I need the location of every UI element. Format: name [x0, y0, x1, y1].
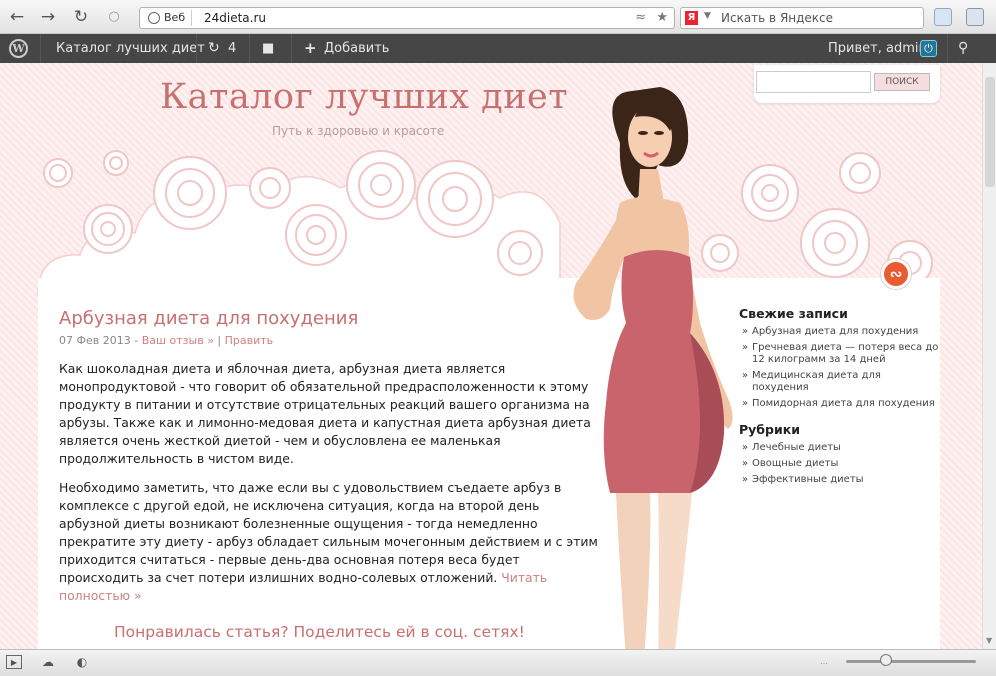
scroll-down-arrow-icon[interactable]: ▼: [986, 636, 992, 645]
address-bar[interactable]: Веб 24dieta.ru ≈ ★: [139, 7, 675, 29]
browser-toolbar: ← → ↻ ○— Веб 24dieta.ru ≈ ★ Я ▼ Искать в…: [0, 0, 996, 44]
post-meta: 07 Фев 2013 - Ваш отзыв » | Править: [59, 334, 273, 347]
page-viewport: Каталог лучших диет Путь к здоровью и кр…: [0, 63, 982, 649]
meta-separator: -: [130, 334, 142, 347]
meta-separator: |: [213, 334, 225, 347]
site-identity-button[interactable]: Веб: [144, 10, 193, 26]
categories-list: Лечебные диеты Овощные диеты Эффективные…: [739, 442, 939, 486]
reload-icon[interactable]: ↻: [70, 7, 92, 27]
post-body: Как шоколадная диета и яблочная диета, а…: [59, 360, 599, 616]
key-icon[interactable]: ○—: [103, 7, 125, 44]
search-button[interactable]: ПОИСК: [874, 73, 930, 91]
zoom-slider-thumb[interactable]: [880, 654, 892, 666]
search-input[interactable]: [756, 71, 871, 93]
share-prompt: Понравилась статья? Поделитесь ей в соц.…: [114, 623, 525, 641]
vertical-scrollbar[interactable]: ▼: [982, 63, 996, 649]
site-search: ПОИСК: [754, 65, 940, 103]
woman-illustration: [573, 87, 733, 649]
scrollbar-thumb[interactable]: [985, 77, 995, 187]
site-title[interactable]: Каталог лучших диет: [160, 77, 568, 117]
rss-subscribe-icon[interactable]: ∾: [881, 259, 911, 289]
post-date: 07 Фев 2013: [59, 334, 131, 347]
category-link[interactable]: Лечебные диеты: [739, 442, 939, 454]
category-link[interactable]: Эффективные диеты: [739, 474, 939, 486]
post-title[interactable]: Арбузная диета для похудения: [59, 308, 358, 329]
updates-icon[interactable]: ↻: [208, 34, 220, 63]
chevron-down-icon[interactable]: ▼: [704, 11, 711, 21]
admin-bar-site-name[interactable]: Каталог лучших диет: [56, 34, 205, 63]
url-text[interactable]: 24dieta.ru: [204, 11, 266, 25]
categories-heading: Рубрики: [739, 422, 800, 437]
status-bar: ▶ ☁ ◐ …: [0, 649, 996, 676]
site-identity-label: Веб: [164, 11, 186, 24]
globe-icon: [148, 12, 160, 24]
bookmark-star-icon[interactable]: ★: [656, 10, 668, 25]
comments-icon[interactable]: ■: [262, 34, 274, 63]
edit-link[interactable]: Править: [225, 334, 274, 347]
post-paragraph: Необходимо заметить, что даже если вы с …: [59, 479, 599, 605]
recent-post-link[interactable]: Помидорная диета для похудения: [739, 398, 939, 410]
category-link[interactable]: Овощные диеты: [739, 458, 939, 470]
tools-menu-icon[interactable]: [966, 8, 984, 26]
recent-post-link[interactable]: Медицинская диета для похудения: [739, 370, 939, 394]
plus-icon[interactable]: +: [304, 34, 317, 63]
rss-feed-icon[interactable]: ≈: [635, 10, 646, 25]
sidebar: Свежие записи Арбузная диета для похуден…: [739, 306, 939, 498]
yandex-search-box[interactable]: Я ▼ Искать в Яндексе: [680, 7, 924, 29]
back-arrow-icon[interactable]: ←: [6, 7, 28, 27]
recent-post-link[interactable]: Гречневая диета — потеря веса до 12 кило…: [739, 342, 939, 366]
post-paragraph: Как шоколадная диета и яблочная диета, а…: [59, 361, 591, 466]
power-icon[interactable]: ⏻: [920, 40, 937, 57]
cloud-sync-icon[interactable]: ☁: [40, 655, 56, 669]
forward-arrow-icon[interactable]: →: [37, 7, 59, 27]
reviews-link[interactable]: Ваш отзыв »: [142, 334, 214, 347]
zoom-slider-track[interactable]: [846, 660, 976, 663]
updates-count[interactable]: 4: [228, 34, 236, 63]
admin-bar-add-new[interactable]: Добавить: [324, 34, 389, 63]
zoom-dots-icon: …: [820, 657, 828, 666]
recent-posts-heading: Свежие записи: [739, 306, 848, 321]
admin-bar-greeting[interactable]: Привет, admin: [828, 34, 927, 63]
wordpress-logo-icon[interactable]: W: [9, 39, 28, 58]
wp-admin-bar: W Каталог лучших диет ↻ 4 ■ + Добавить П…: [0, 34, 996, 63]
recent-posts-list: Арбузная диета для похудения Гречневая д…: [739, 326, 939, 410]
speed-dial-icon[interactable]: ◐: [74, 655, 90, 669]
yandex-logo-icon[interactable]: Я: [685, 11, 698, 25]
yandex-search-placeholder[interactable]: Искать в Яндексе: [721, 11, 833, 25]
search-icon[interactable]: ⚲: [958, 34, 968, 63]
recent-post-link[interactable]: Арбузная диета для похудения: [739, 326, 939, 338]
page-menu-icon[interactable]: [934, 8, 952, 26]
panel-toggle-icon[interactable]: ▶: [6, 655, 22, 669]
site-tagline: Путь к здоровью и красоте: [272, 124, 445, 138]
